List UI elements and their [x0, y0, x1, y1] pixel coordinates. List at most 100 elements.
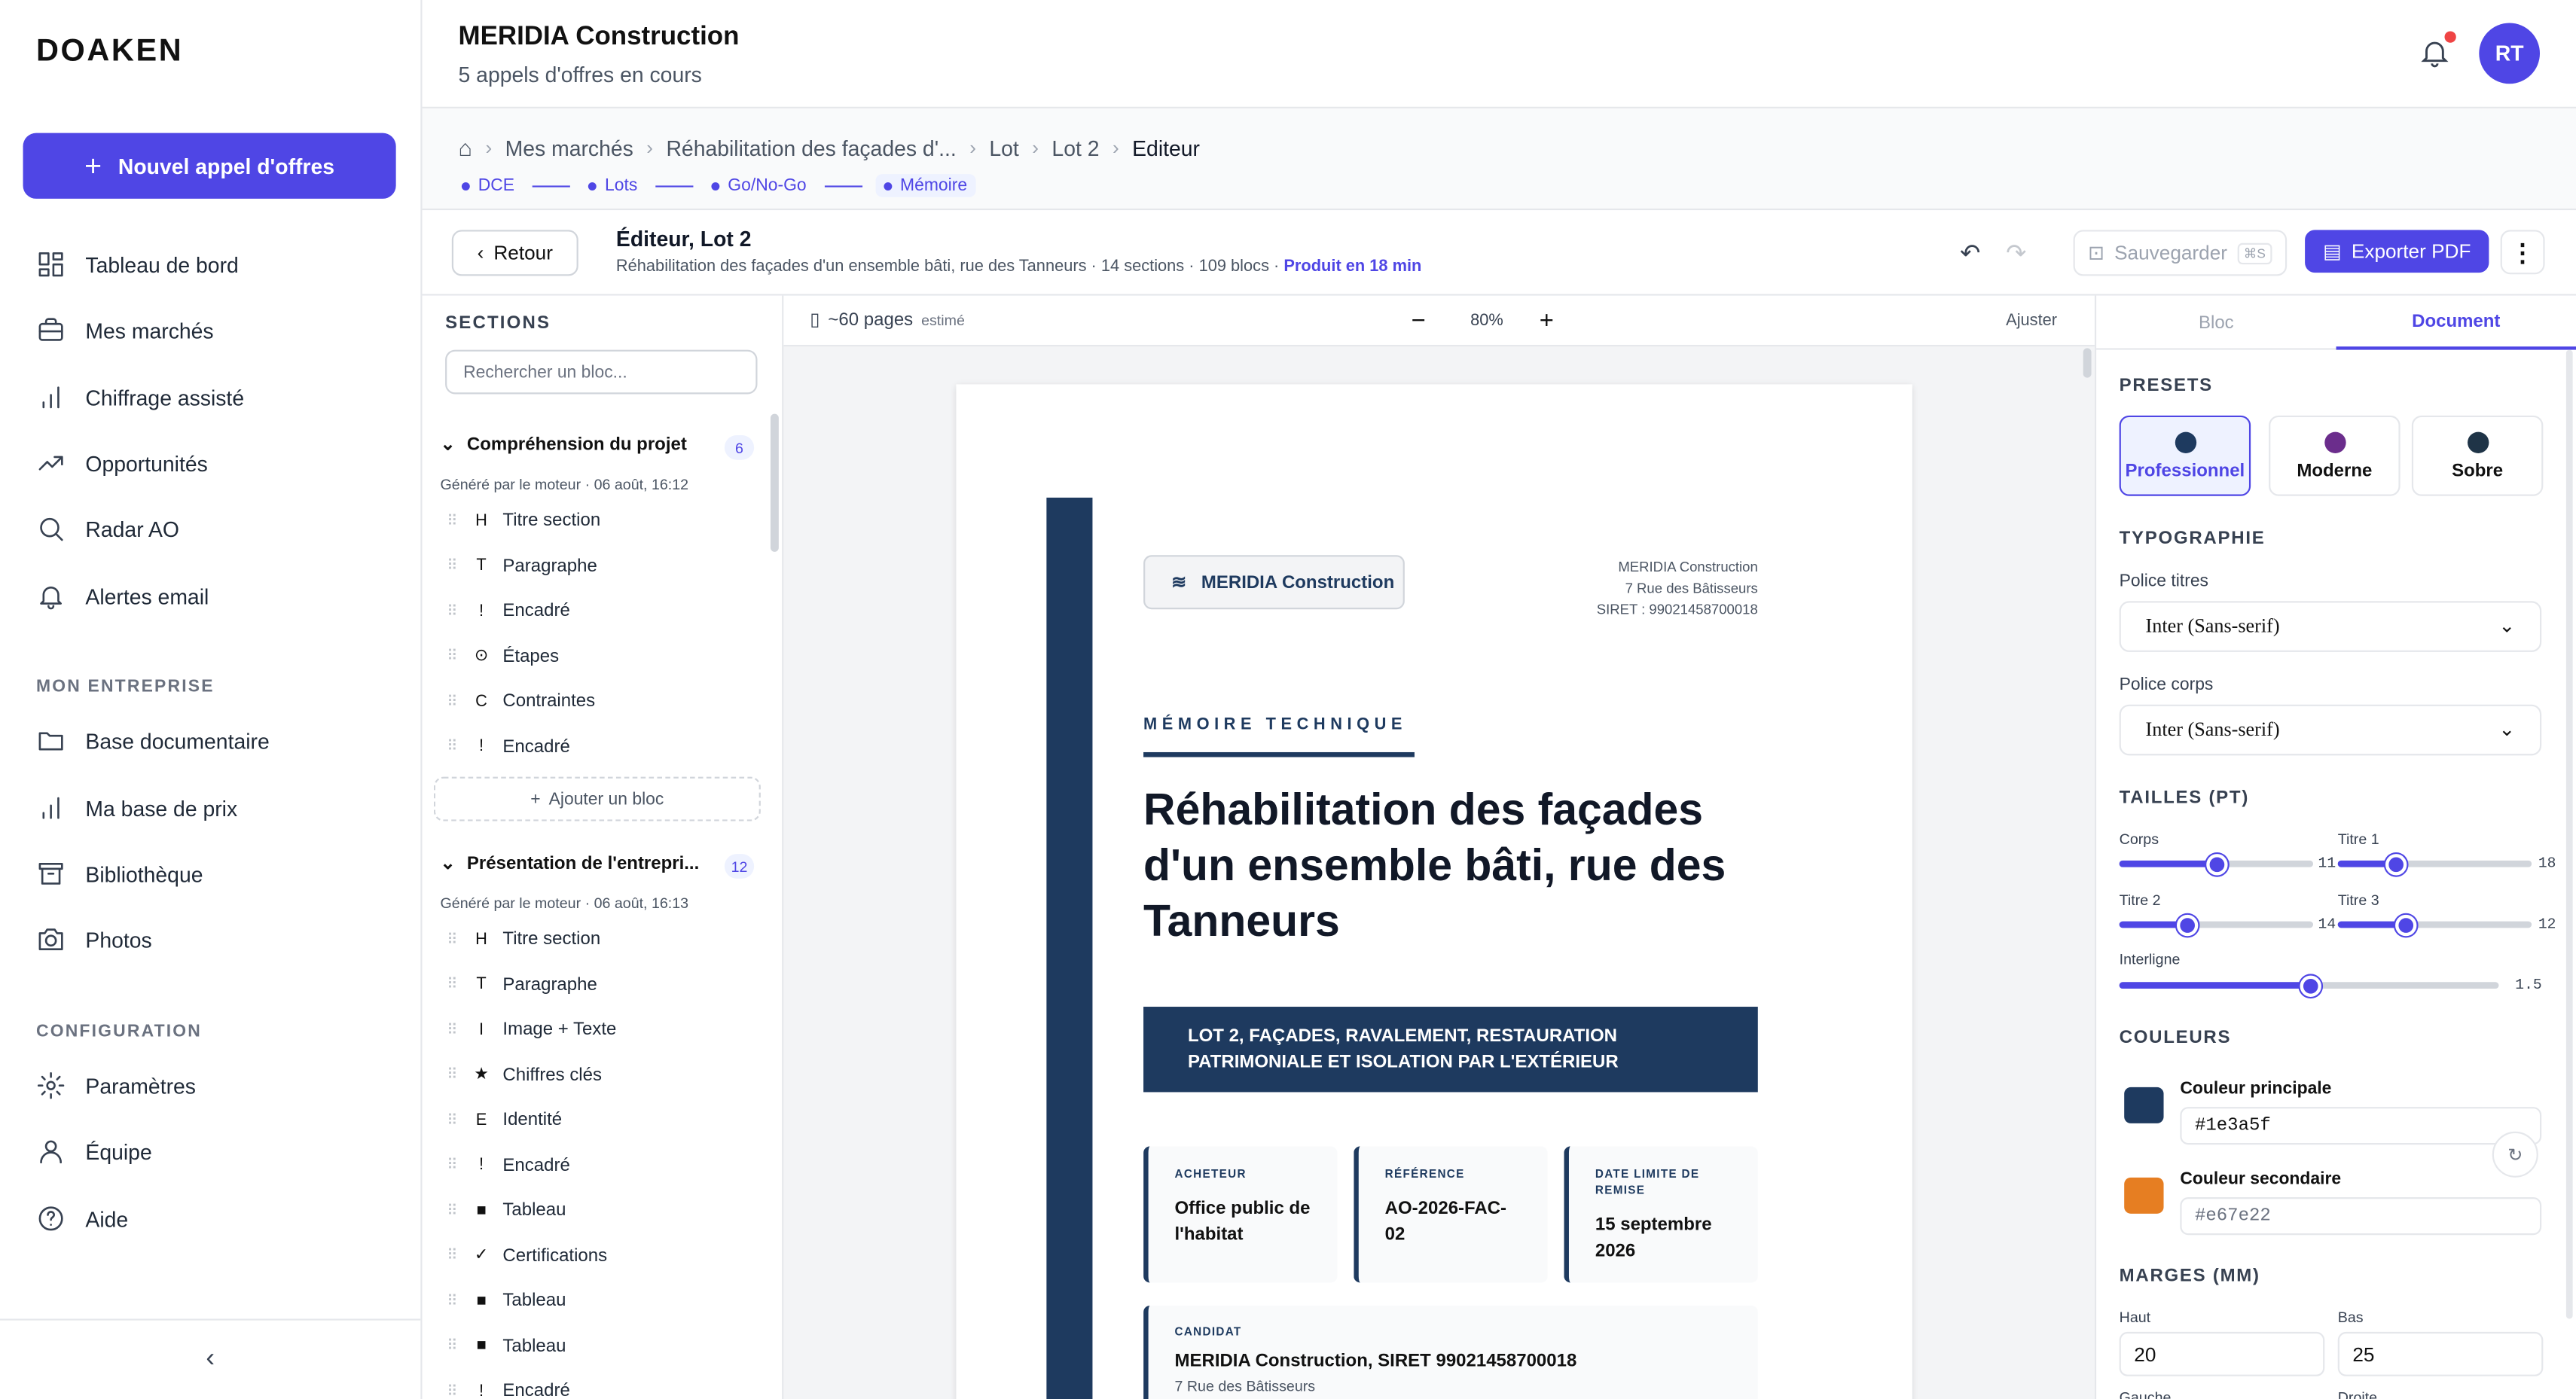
undo-button[interactable]: ↶ — [1960, 238, 1980, 267]
section-group-header[interactable]: ⌄ Compréhension du projet — [441, 434, 687, 455]
section-group-header[interactable]: ⌄ Présentation de l'entrepri... — [441, 852, 700, 873]
nav-price-base[interactable]: Ma base de prix — [0, 779, 423, 838]
nav-photos[interactable]: Photos — [0, 910, 423, 969]
nav-alerts[interactable]: Alertes email — [0, 566, 423, 626]
preset-professionnel[interactable]: Professionnel — [2119, 415, 2251, 496]
tab-bloc[interactable]: Bloc — [2096, 296, 2336, 350]
fit-button[interactable]: Ajuster — [2006, 312, 2057, 330]
block-label: Encadré — [502, 736, 570, 757]
block-item[interactable]: ⠿ ■ Tableau — [447, 1200, 566, 1220]
preset-sobre[interactable]: Sobre — [2411, 415, 2544, 496]
block-item[interactable]: ⠿ ✓ Certifications — [447, 1245, 607, 1265]
block-item[interactable]: ⠿ T Paragraphe — [447, 556, 597, 575]
block-item[interactable]: ⠿! Encadré — [447, 1381, 570, 1399]
corps-slider[interactable] — [2119, 854, 2314, 876]
tab-document[interactable]: Document — [2336, 296, 2576, 350]
drag-handle-icon[interactable]: ⠿ — [447, 556, 459, 575]
drag-handle-icon[interactable]: ⠿ — [447, 976, 459, 994]
step-go-nogo[interactable]: Go/No-Go — [707, 175, 811, 196]
sections-scrollbar[interactable] — [770, 413, 779, 552]
crumb-lot[interactable]: Lot — [989, 136, 1018, 160]
more-options-button[interactable]: ⋮ — [2500, 230, 2545, 275]
nav-label: Alertes email — [85, 584, 209, 609]
drag-handle-icon[interactable]: ⠿ — [447, 1337, 459, 1355]
export-pdf-button[interactable]: ▤ Exporter PDF — [2305, 230, 2489, 273]
crumb-lot-2[interactable]: Lot 2 — [1051, 136, 1099, 160]
block-item[interactable]: ⠿ I Image + Texte — [447, 1020, 616, 1039]
drag-handle-icon[interactable]: ⠿ — [447, 511, 459, 529]
block-item[interactable]: ⠿! Encadré — [447, 736, 570, 756]
add-block-button[interactable]: + Ajouter un bloc — [433, 776, 761, 821]
collapse-sidebar-button[interactable]: ‹ — [0, 1318, 421, 1399]
block-item[interactable]: ⠿ ⊙ Étapes — [447, 646, 559, 666]
step-dce[interactable]: DCE — [456, 175, 519, 196]
canvas-scrollbar[interactable] — [2083, 348, 2092, 378]
block-search-input[interactable]: Rechercher un bloc... — [445, 349, 758, 395]
drag-handle-icon[interactable]: ⠿ — [447, 1111, 459, 1129]
nav-my-markets[interactable]: Mes marchés — [0, 300, 423, 360]
drag-handle-icon[interactable]: ⠿ — [447, 1382, 459, 1399]
block-item[interactable]: ⠿ C Contraintes — [447, 691, 595, 711]
home-icon[interactable]: ⌂ — [459, 135, 472, 161]
crumb-markets[interactable]: Mes marchés — [505, 136, 633, 160]
step-memoire[interactable]: Mémoire — [875, 174, 976, 197]
primary-color-swatch[interactable] — [2124, 1087, 2164, 1123]
titre2-slider[interactable] — [2119, 914, 2314, 937]
properties-scrollbar[interactable] — [2565, 349, 2573, 1319]
title-font-select[interactable]: Inter (Sans-serif) ⌄ — [2119, 601, 2542, 652]
secondary-color-swatch[interactable] — [2124, 1177, 2164, 1214]
drag-handle-icon[interactable]: ⠿ — [447, 931, 459, 949]
drag-handle-icon[interactable]: ⠿ — [447, 647, 459, 665]
zoom-out-button[interactable]: − — [1412, 307, 1426, 335]
block-item[interactable]: ⠿ ■ Tableau — [447, 1336, 566, 1355]
drag-handle-icon[interactable]: ⠿ — [447, 737, 459, 755]
crumb-tender[interactable]: Réhabilitation des façades d'... — [666, 136, 956, 160]
nav-library[interactable]: Bibliothèque — [0, 844, 423, 904]
redo-button[interactable]: ↷ — [2006, 238, 2026, 267]
drag-handle-icon[interactable]: ⠿ — [447, 692, 459, 710]
block-item[interactable]: ⠿ H Titre section — [447, 511, 600, 530]
block-item[interactable]: ⠿! Encadré — [447, 1155, 570, 1175]
interligne-slider[interactable] — [2119, 975, 2499, 997]
body-font-select[interactable]: Inter (Sans-serif) ⌄ — [2119, 704, 2542, 756]
secondary-color-input[interactable]: #e67e22 — [2180, 1197, 2542, 1236]
block-item[interactable]: ⠿ E Identité — [447, 1110, 562, 1129]
save-button[interactable]: ⊡ Sauvegarder ⌘S — [2073, 230, 2288, 276]
titre1-slider[interactable] — [2337, 854, 2532, 876]
drag-handle-icon[interactable]: ⠿ — [447, 1201, 459, 1219]
chevron-right-icon: › — [1112, 136, 1119, 160]
nav-help[interactable]: Aide — [0, 1189, 423, 1248]
drag-handle-icon[interactable]: ⠿ — [447, 1246, 459, 1264]
zoom-in-button[interactable]: + — [1540, 307, 1554, 335]
avatar[interactable]: RT — [2479, 23, 2541, 84]
nav-pricing[interactable]: Chiffrage assisté — [0, 368, 423, 428]
block-item[interactable]: ⠿ H Titre section — [447, 930, 600, 949]
drag-handle-icon[interactable]: ⠿ — [447, 602, 459, 620]
nav-label: Chiffrage assisté — [85, 385, 245, 410]
primary-color-input[interactable]: #1e3a5f — [2180, 1107, 2542, 1145]
nav-team[interactable]: Équipe — [0, 1122, 423, 1181]
nav-opportunities[interactable]: Opportunités — [0, 434, 423, 493]
new-tender-button[interactable]: + Nouvel appel d'offres — [23, 133, 396, 199]
drag-handle-icon[interactable]: ⠿ — [447, 1066, 459, 1084]
titre3-slider[interactable] — [2337, 914, 2532, 937]
drag-handle-icon[interactable]: ⠿ — [447, 1157, 459, 1175]
back-button[interactable]: ‹ Retour — [451, 230, 578, 276]
drag-handle-icon[interactable]: ⠿ — [447, 1291, 459, 1309]
slider-knob[interactable] — [2206, 854, 2228, 876]
margin-top-input[interactable]: 20 — [2119, 1331, 2325, 1376]
nav-documents[interactable]: Base documentaire — [0, 711, 423, 770]
margin-bottom-input[interactable]: 25 — [2337, 1331, 2544, 1376]
step-lots[interactable]: Lots — [584, 175, 642, 196]
block-item[interactable]: ⠿! Encadré — [447, 601, 570, 620]
block-item[interactable]: ⠿ ★ Chiffres clés — [447, 1065, 602, 1084]
reset-colors-button[interactable]: ↻ — [2492, 1131, 2538, 1178]
nav-radar[interactable]: Radar AO — [0, 499, 423, 559]
drag-handle-icon[interactable]: ⠿ — [447, 1021, 459, 1039]
block-item[interactable]: ⠿ ■ Tableau — [447, 1291, 566, 1310]
slider-knob[interactable] — [2299, 975, 2321, 997]
nav-settings[interactable]: Paramètres — [0, 1056, 423, 1115]
preset-moderne[interactable]: Moderne — [2269, 415, 2401, 496]
nav-dashboard[interactable]: Tableau de bord — [0, 235, 423, 294]
block-item[interactable]: ⠿ T Paragraphe — [447, 974, 597, 994]
